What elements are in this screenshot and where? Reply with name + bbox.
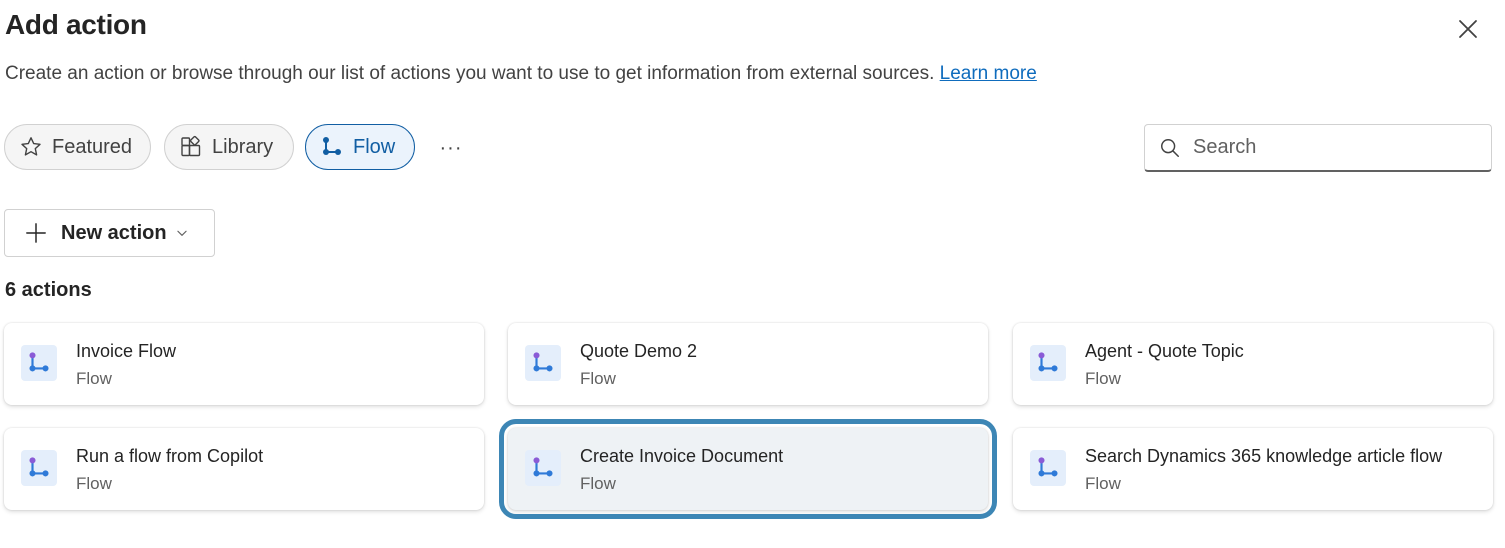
action-title: Quote Demo 2 xyxy=(580,341,698,361)
dialog-title: Add action xyxy=(5,9,147,40)
more-options-button[interactable]: ··· xyxy=(432,130,470,166)
actions-count: 6 actions xyxy=(5,279,92,301)
action-type: Flow xyxy=(580,474,616,493)
flow-icon xyxy=(1030,345,1066,381)
star-icon xyxy=(21,137,41,156)
flow-icon xyxy=(21,345,57,381)
action-type: Flow xyxy=(1085,369,1121,388)
action-type: Flow xyxy=(76,474,112,493)
tab-featured[interactable]: Featured xyxy=(4,124,151,170)
action-card-agent-quote-topic[interactable]: Agent - Quote Topic Flow xyxy=(1013,323,1493,405)
flow-icon xyxy=(525,450,561,486)
action-type: Flow xyxy=(580,369,616,388)
close-button[interactable] xyxy=(1452,13,1484,45)
close-icon xyxy=(1459,20,1477,38)
action-card-search-dynamics-365-knowledge-article-flow[interactable]: Search Dynamics 365 knowledge article fl… xyxy=(1013,428,1493,510)
search-icon xyxy=(1161,138,1179,157)
action-title: Create Invoice Document xyxy=(580,446,784,466)
action-card-quote-demo-2[interactable]: Quote Demo 2 Flow xyxy=(508,323,988,405)
plus-icon xyxy=(26,223,46,243)
new-action-button[interactable]: New action xyxy=(4,209,215,257)
action-title: Invoice Flow xyxy=(76,341,177,361)
chevron-down-icon xyxy=(176,230,187,236)
tab-library[interactable]: Library xyxy=(164,124,294,170)
new-action-label: New action xyxy=(61,221,167,244)
flow-icon xyxy=(1030,450,1066,486)
tab-flow-label: Flow xyxy=(353,135,396,158)
library-icon xyxy=(181,135,201,157)
learn-more-link[interactable]: Learn more xyxy=(940,63,1037,84)
tab-featured-label: Featured xyxy=(52,135,133,158)
action-title: Run a flow from Copilot xyxy=(76,446,264,466)
tab-library-label: Library xyxy=(212,135,274,158)
search-box[interactable] xyxy=(1144,124,1492,172)
action-type: Flow xyxy=(1085,474,1121,493)
dialog-description: Create an action or browse through our l… xyxy=(5,63,1037,85)
tab-flow[interactable]: Flow xyxy=(305,124,415,170)
search-input[interactable] xyxy=(1191,135,1475,160)
action-card-invoice-flow[interactable]: Invoice Flow Flow xyxy=(4,323,484,405)
flow-icon xyxy=(525,345,561,381)
flow-icon xyxy=(21,450,57,486)
flow-icon xyxy=(323,137,341,155)
action-title: Agent - Quote Topic xyxy=(1085,341,1244,361)
action-title: Search Dynamics 365 knowledge article fl… xyxy=(1085,446,1443,466)
action-card-create-invoice-document[interactable]: Create Invoice Document Flow xyxy=(499,419,997,519)
action-type: Flow xyxy=(76,369,112,388)
description-text: Create an action or browse through our l… xyxy=(5,63,935,84)
action-card-run-a-flow-from-copilot[interactable]: Run a flow from Copilot Flow xyxy=(4,428,484,510)
